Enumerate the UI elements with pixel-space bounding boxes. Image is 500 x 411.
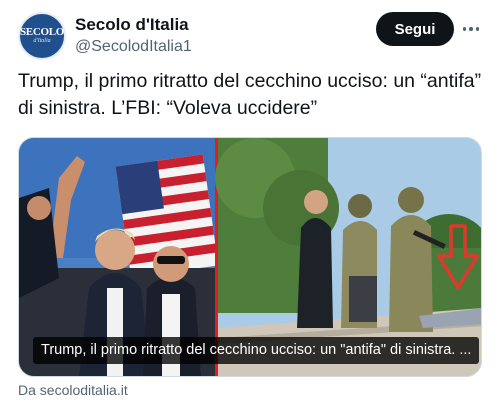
account-handle[interactable]: @SecolodItalia1 [75, 38, 192, 56]
avatar-brand-text: SECOLO [19, 26, 65, 38]
tweet-header: SECOLO d'Italia Secolo d'Italia @Secolod… [18, 12, 482, 62]
avatar-sub-text: d'Italia [33, 38, 51, 44]
follow-button[interactable]: Segui [376, 12, 454, 46]
more-options-icon[interactable] [460, 20, 482, 38]
link-source[interactable]: Da secoloditalia.it [18, 382, 128, 398]
tweet-text: Trump, il primo ritratto del cecchino uc… [18, 70, 482, 119]
avatar[interactable]: SECOLO d'Italia [18, 12, 66, 60]
account-name[interactable]: Secolo d'Italia [75, 15, 189, 35]
media-caption: Trump, il primo ritratto del cecchino uc… [33, 337, 480, 364]
media-card[interactable]: Trump, il primo ritratto del cecchino uc… [18, 137, 482, 377]
